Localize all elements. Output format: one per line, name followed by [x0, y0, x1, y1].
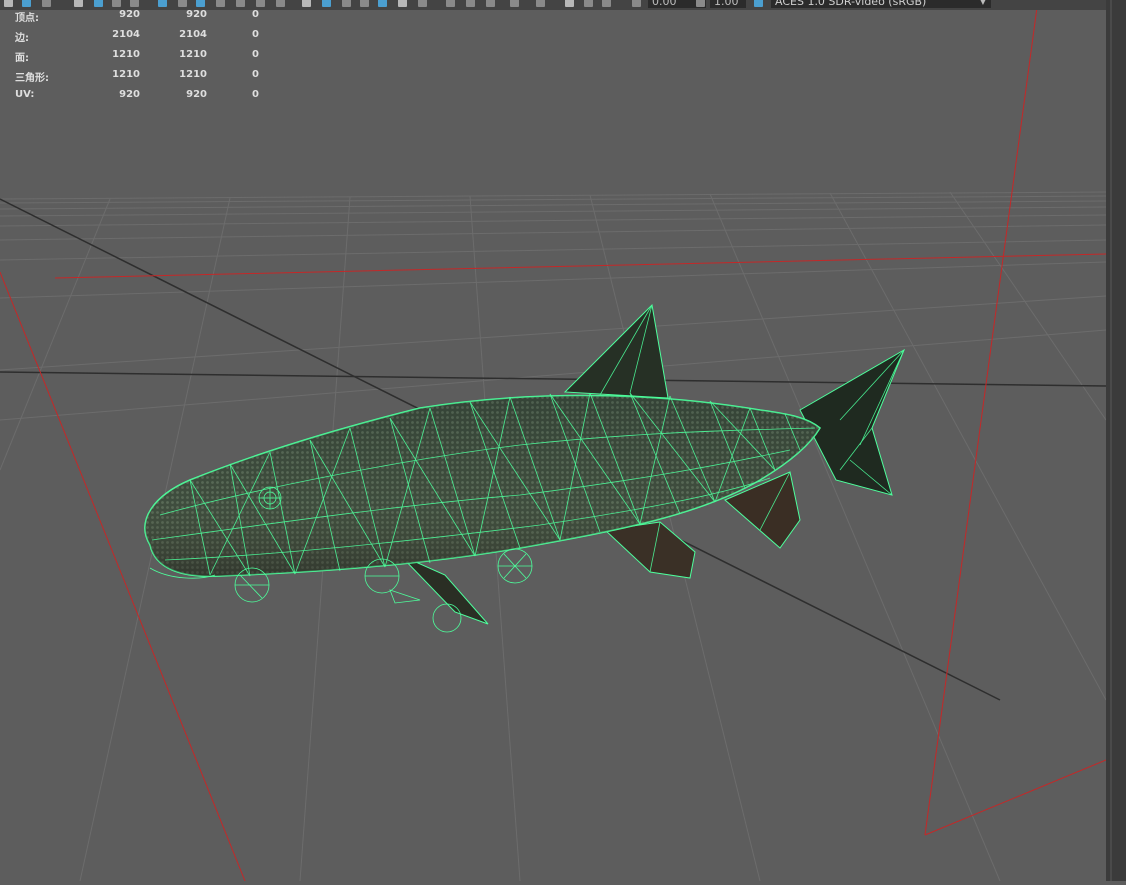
hud-value-selected: 1210 [179, 49, 207, 60]
hud-value-visible: 1210 [112, 69, 140, 80]
two-d-pan-icon[interactable] [130, 0, 139, 7]
hud-value-selected: 1210 [179, 69, 207, 80]
light-icon[interactable] [398, 0, 407, 7]
screen-space-ao-icon[interactable] [446, 0, 455, 7]
resolution-gate-icon[interactable] [196, 0, 205, 7]
grid-icon[interactable] [158, 0, 167, 7]
select-tool-icon[interactable] [4, 0, 13, 7]
color-space-dropdown[interactable]: ACES 1.0 SDR-video (sRGB) ▼ [771, 0, 991, 8]
hud-value-selected: 920 [186, 89, 207, 100]
hud-label: 顶点: [15, 13, 39, 24]
hud-value-extra: 0 [252, 49, 259, 60]
safe-title-icon[interactable] [276, 0, 285, 7]
hud-value-extra: 0 [252, 69, 259, 80]
bookmark-icon[interactable] [74, 0, 83, 7]
poly-count-hud: 顶点: 920 920 0 边: 2104 2104 0 面: 1210 1210 0 三角形: 1210… [15, 9, 275, 109]
hud-label: 边: [15, 33, 29, 44]
hud-row: 面: 1210 1210 0 [15, 49, 275, 69]
3d-viewport[interactable] [0, 0, 1107, 882]
tail-fin [799, 348, 906, 496]
color-space-label: ACES 1.0 SDR-video (sRGB) [775, 0, 927, 8]
image-plane-icon[interactable] [112, 0, 121, 7]
color-management-icon[interactable] [754, 0, 763, 7]
isolate-icon[interactable] [536, 0, 545, 7]
hud-label: 三角形: [15, 73, 49, 84]
viewport-canvas[interactable] [0, 0, 1107, 882]
hud-value-visible: 2104 [112, 29, 140, 40]
hud-value-visible: 920 [119, 89, 140, 100]
wireframe-on-shaded-icon[interactable] [342, 0, 351, 7]
hud-row: 顶点: 920 920 0 [15, 9, 275, 29]
pectoral-fin [399, 554, 489, 625]
gamma-icon[interactable] [696, 0, 705, 7]
hud-label: UV: [15, 89, 35, 100]
hud-value-visible: 1210 [112, 49, 140, 60]
xray-joints-icon[interactable] [584, 0, 593, 7]
use-all-lights-icon[interactable] [378, 0, 387, 7]
hud-value-selected: 2104 [179, 29, 207, 40]
viewport-edge-panel [1106, 0, 1126, 881]
textured-icon[interactable] [360, 0, 369, 7]
safe-action-icon[interactable] [256, 0, 265, 7]
xray-icon[interactable] [565, 0, 574, 7]
anti-alias-icon[interactable] [486, 0, 495, 7]
dorsal-fin [563, 303, 669, 399]
hud-value-visible: 920 [119, 9, 140, 20]
fish-model [144, 303, 906, 633]
paint-select-icon[interactable] [42, 0, 51, 7]
motion-blur-icon[interactable] [466, 0, 475, 7]
hud-row: UV: 920 920 0 [15, 89, 275, 109]
shaded-cube-icon[interactable] [322, 0, 331, 7]
hud-value-extra: 0 [252, 29, 259, 40]
hud-value-extra: 0 [252, 89, 259, 100]
hud-row: 三角形: 1210 1210 0 [15, 69, 275, 89]
chevron-down-icon: ▼ [979, 0, 986, 6]
fish-eye [258, 486, 282, 510]
camera-attributes-icon[interactable] [94, 0, 103, 7]
shadow-icon[interactable] [418, 0, 427, 7]
wireframe-cube-icon[interactable] [302, 0, 311, 7]
pelvic-fin [603, 521, 696, 579]
xray-active-icon[interactable] [602, 0, 611, 7]
gamma-field[interactable]: 1.00 [710, 0, 746, 8]
hud-label: 面: [15, 53, 29, 64]
hud-value-selected: 920 [186, 9, 207, 20]
gate-mask-icon[interactable] [216, 0, 225, 7]
depth-of-field-icon[interactable] [510, 0, 519, 7]
hud-row: 边: 2104 2104 0 [15, 29, 275, 49]
hud-value-extra: 0 [252, 9, 259, 20]
field-chart-icon[interactable] [236, 0, 245, 7]
exposure-icon[interactable] [632, 0, 641, 7]
film-gate-icon[interactable] [178, 0, 187, 7]
lasso-icon[interactable] [22, 0, 31, 7]
